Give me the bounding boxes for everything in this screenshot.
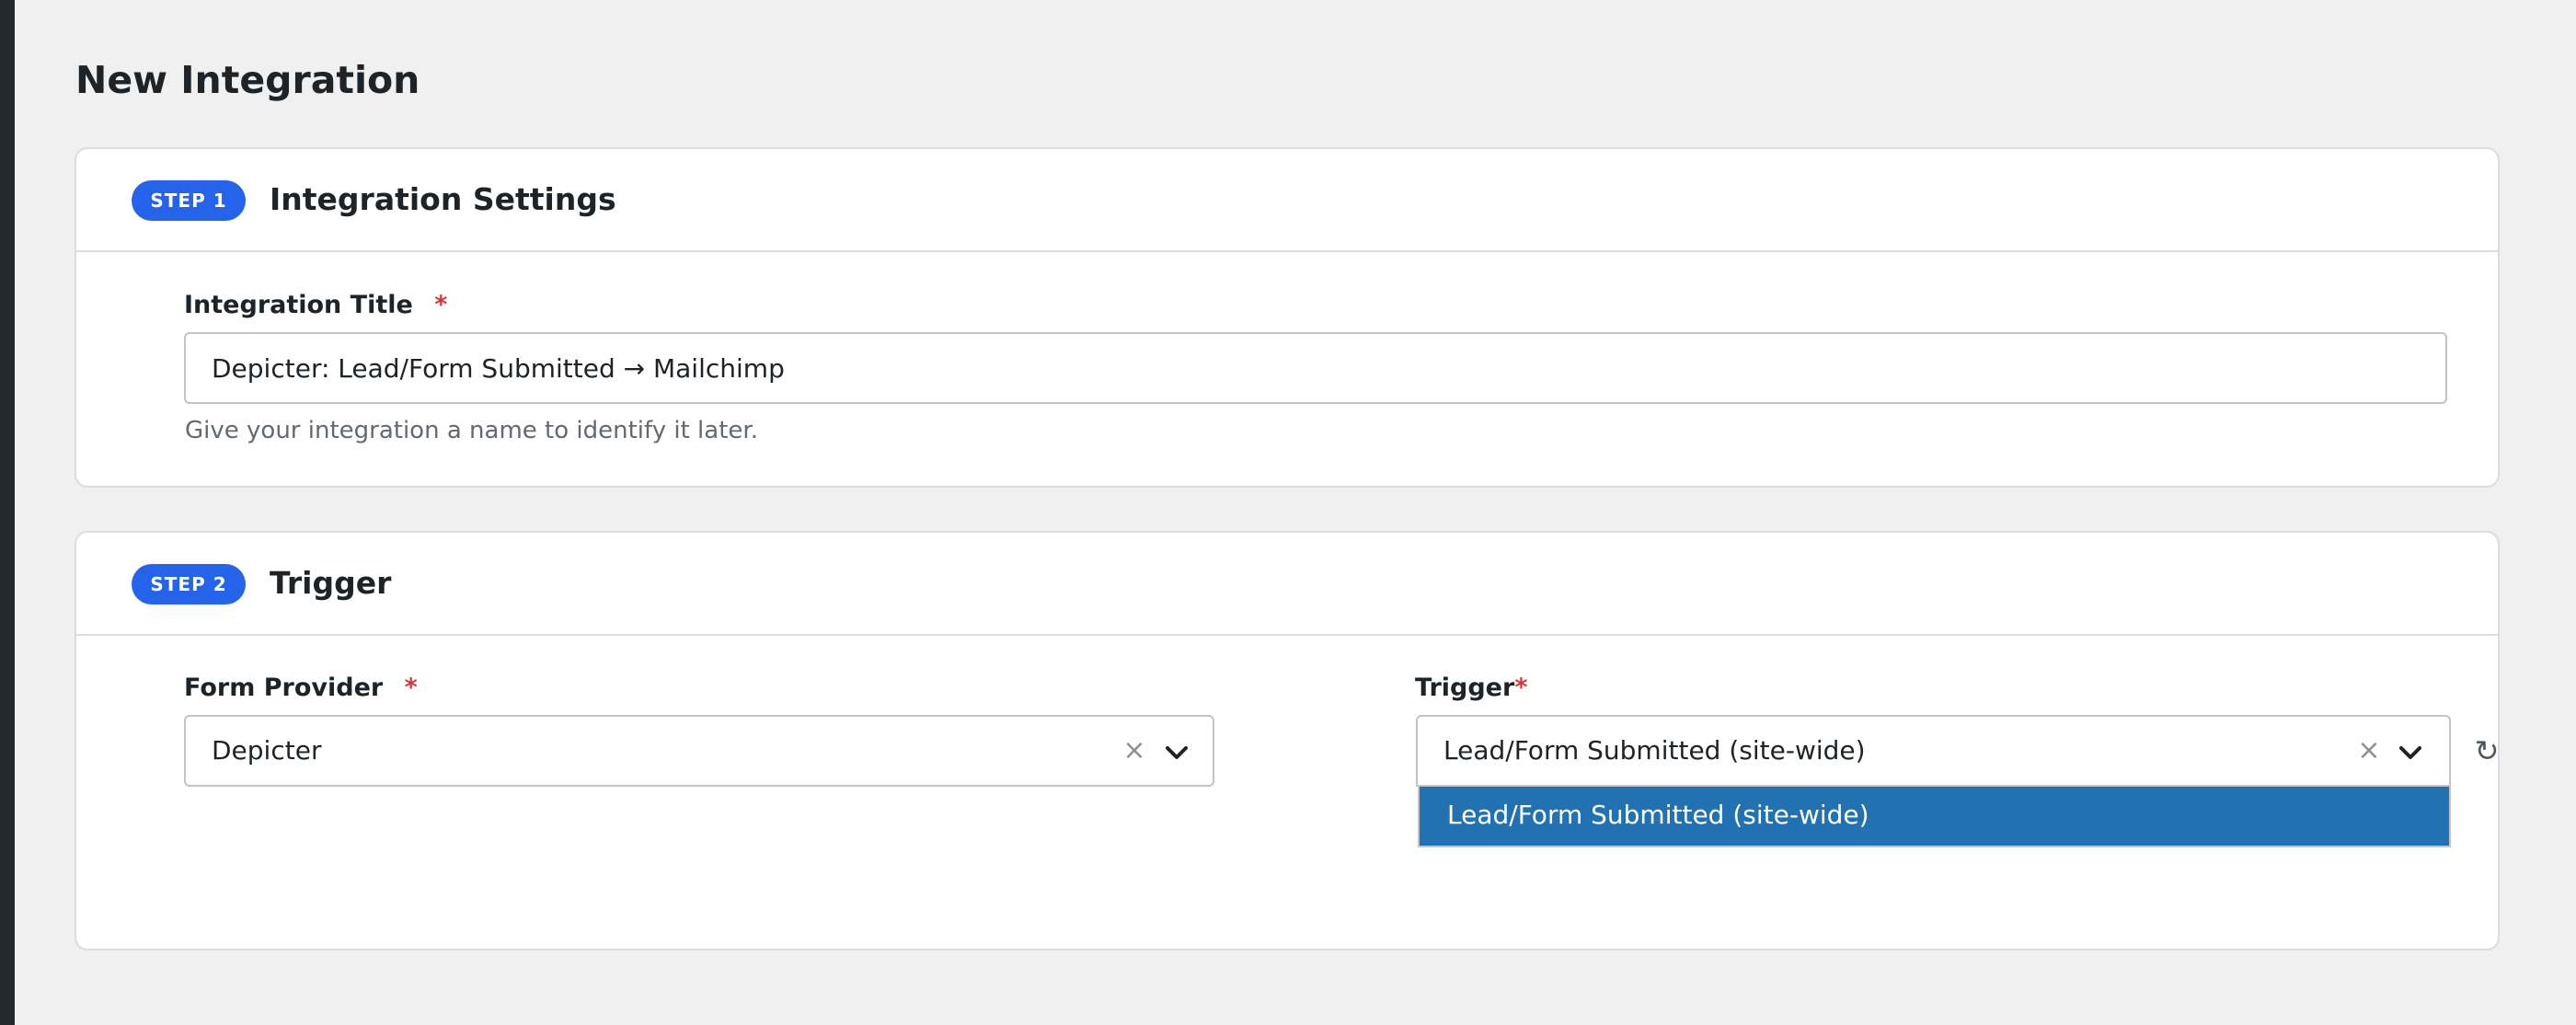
trigger-label-text: Trigger [1415,674,1515,702]
form-provider-label-text: Form Provider [184,674,384,702]
card-header: STEP 1 Integration Settings [76,149,2498,252]
step-badge: STEP 2 [132,564,246,605]
card-header: STEP 2 Trigger [76,533,2498,636]
required-mark: * [1514,674,1528,702]
trigger-selected-value: Lead/Form Submitted (site-wide) [1443,735,1866,766]
trigger-label: Trigger* [1415,671,1527,706]
form-provider-select[interactable]: Depicter × [184,715,1214,787]
form-provider-label: Form Provider * [184,671,418,706]
admin-sidebar-edge [0,0,15,1025]
integration-title-label: Integration Title * [184,288,447,323]
integration-title-input[interactable] [184,332,2447,404]
trigger-dropdown: Lead/Form Submitted (site-wide) [1418,787,2451,847]
page-title: New Integration [75,58,420,102]
chevron-down-icon[interactable] [1159,735,1194,770]
required-mark: * [404,674,418,702]
card-title: Trigger [270,565,392,601]
trigger-card: STEP 2 Trigger Form Provider * Depicter … [75,531,2500,950]
step-badge: STEP 1 [132,180,246,221]
clear-icon[interactable]: × [1121,733,1148,768]
clear-icon[interactable]: × [2355,733,2383,768]
dropdown-option-highlighted[interactable]: Lead/Form Submitted (site-wide) [1420,787,2449,846]
integration-settings-card: STEP 1 Integration Settings Integration … [75,147,2500,488]
trigger-select[interactable]: Lead/Form Submitted (site-wide) × [1416,715,2451,787]
integration-title-label-text: Integration Title [184,291,413,319]
card-title: Integration Settings [270,181,616,217]
refresh-icon[interactable]: ↻ [2468,731,2505,770]
chevron-down-icon[interactable] [2393,735,2428,770]
integration-title-help: Give your integration a name to identify… [185,417,758,444]
form-provider-selected-value: Depicter [212,735,322,766]
required-mark: * [434,291,448,319]
